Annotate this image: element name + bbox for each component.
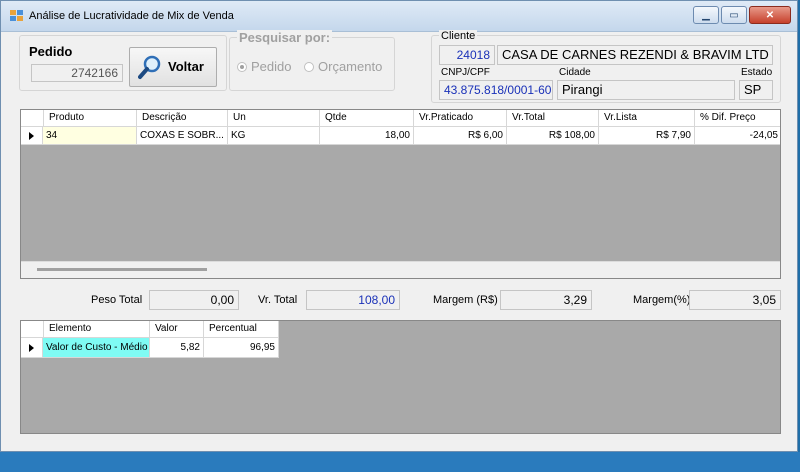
margem-pct-label: Margem(%) — [633, 294, 691, 306]
search-icon — [138, 55, 161, 79]
col-header-elemento[interactable]: Elemento — [44, 321, 150, 338]
row-selector[interactable] — [21, 127, 43, 145]
voltar-label: Voltar — [168, 59, 204, 74]
vr-total-field: 108,00 — [306, 290, 400, 310]
cell-elemento[interactable]: Valor de Custo - Médio — [43, 338, 150, 358]
minimize-icon: ▁ — [702, 9, 710, 21]
cell-produto[interactable]: 34 — [43, 127, 137, 145]
cliente-code-field: 24018 — [439, 45, 495, 65]
cnpj-label: CNPJ/CPF — [441, 67, 490, 78]
pedido-field[interactable]: 2742166 — [31, 64, 123, 82]
elementos-row-arrow-icon — [29, 344, 34, 352]
minimize-button[interactable]: ▁ — [693, 6, 719, 24]
cnpj-field: 43.875.818/0001-60 — [439, 80, 553, 100]
col-header-qtde[interactable]: Qtde — [320, 110, 414, 127]
cell-descricao[interactable]: COXAS E SOBR... — [137, 127, 228, 145]
radio-pedido-dot — [237, 61, 247, 72]
cell-valor[interactable]: 5,82 — [150, 338, 204, 358]
horizontal-scrollbar[interactable] — [21, 261, 780, 278]
col-header-descricao[interactable]: Descrição — [137, 110, 228, 127]
radio-orcamento-label: Orçamento — [318, 59, 383, 74]
col-header-vr-lista[interactable]: Vr.Lista — [599, 110, 695, 127]
cliente-label: Cliente — [439, 30, 478, 42]
current-row-arrow-icon — [29, 132, 34, 140]
produtos-grid[interactable]: Produto Descrição Un Qtde Vr.Praticado V… — [20, 109, 781, 279]
app-icon — [10, 10, 23, 21]
cell-vr-total[interactable]: R$ 108,00 — [507, 127, 599, 145]
col-header-dif-preco[interactable]: % Dif. Preço — [695, 110, 780, 127]
maximize-icon: ▭ — [729, 9, 739, 21]
cell-dif-preco[interactable]: -24,05 — [695, 127, 780, 145]
elementos-grid[interactable]: Elemento Valor Percentual Valor de Custo… — [20, 320, 781, 434]
col-header-percentual[interactable]: Percentual — [204, 321, 279, 338]
window-title: Análise de Lucratividade de Mix de Venda — [29, 10, 234, 22]
maximize-button[interactable]: ▭ — [721, 6, 747, 24]
cell-vr-praticado[interactable]: R$ 6,00 — [414, 127, 507, 145]
produtos-corner-header — [21, 110, 44, 127]
cell-un[interactable]: KG — [228, 127, 320, 145]
cell-vr-lista[interactable]: R$ 7,90 — [599, 127, 695, 145]
main-window: Análise de Lucratividade de Mix de Venda… — [0, 0, 798, 452]
col-header-produto[interactable]: Produto — [44, 110, 137, 127]
col-header-valor[interactable]: Valor — [150, 321, 204, 338]
margem-rs-field: 3,29 — [500, 290, 592, 310]
peso-total-label: Peso Total — [91, 294, 143, 306]
cidade-label: Cidade — [559, 67, 591, 78]
col-header-vr-praticado[interactable]: Vr.Praticado — [414, 110, 507, 127]
pedido-label: Pedido — [29, 44, 73, 59]
close-icon: ✕ — [765, 9, 775, 21]
elementos-row-selector[interactable] — [21, 338, 43, 358]
peso-total-field: 0,00 — [149, 290, 239, 310]
vr-total-label: Vr. Total — [258, 294, 298, 306]
pesquisar-label: Pesquisar por: — [237, 30, 333, 45]
cell-percentual[interactable]: 96,95 — [204, 338, 279, 358]
cell-qtde[interactable]: 18,00 — [320, 127, 414, 145]
radio-orcamento[interactable]: Orçamento — [304, 59, 382, 74]
scrollbar-thumb[interactable] — [37, 268, 207, 271]
taskbar — [0, 452, 800, 472]
col-header-vr-total[interactable]: Vr.Total — [507, 110, 599, 127]
radio-orcamento-dot — [304, 61, 314, 72]
voltar-button[interactable]: Voltar — [129, 47, 217, 87]
elementos-corner-header — [21, 321, 44, 338]
margem-rs-label: Margem (R$) — [433, 294, 498, 306]
radio-pedido-label: Pedido — [251, 59, 292, 74]
col-header-un[interactable]: Un — [228, 110, 320, 127]
estado-field: SP — [739, 80, 773, 100]
margem-pct-field: 3,05 — [689, 290, 781, 310]
close-button[interactable]: ✕ — [749, 6, 791, 24]
cliente-name-field: CASA DE CARNES REZENDI & BRAVIM LTD — [497, 45, 773, 65]
cidade-field: Pirangi — [557, 80, 735, 100]
estado-label: Estado — [741, 67, 773, 78]
radio-pedido[interactable]: Pedido — [237, 59, 291, 74]
title-bar[interactable]: Análise de Lucratividade de Mix de Venda… — [1, 1, 797, 32]
